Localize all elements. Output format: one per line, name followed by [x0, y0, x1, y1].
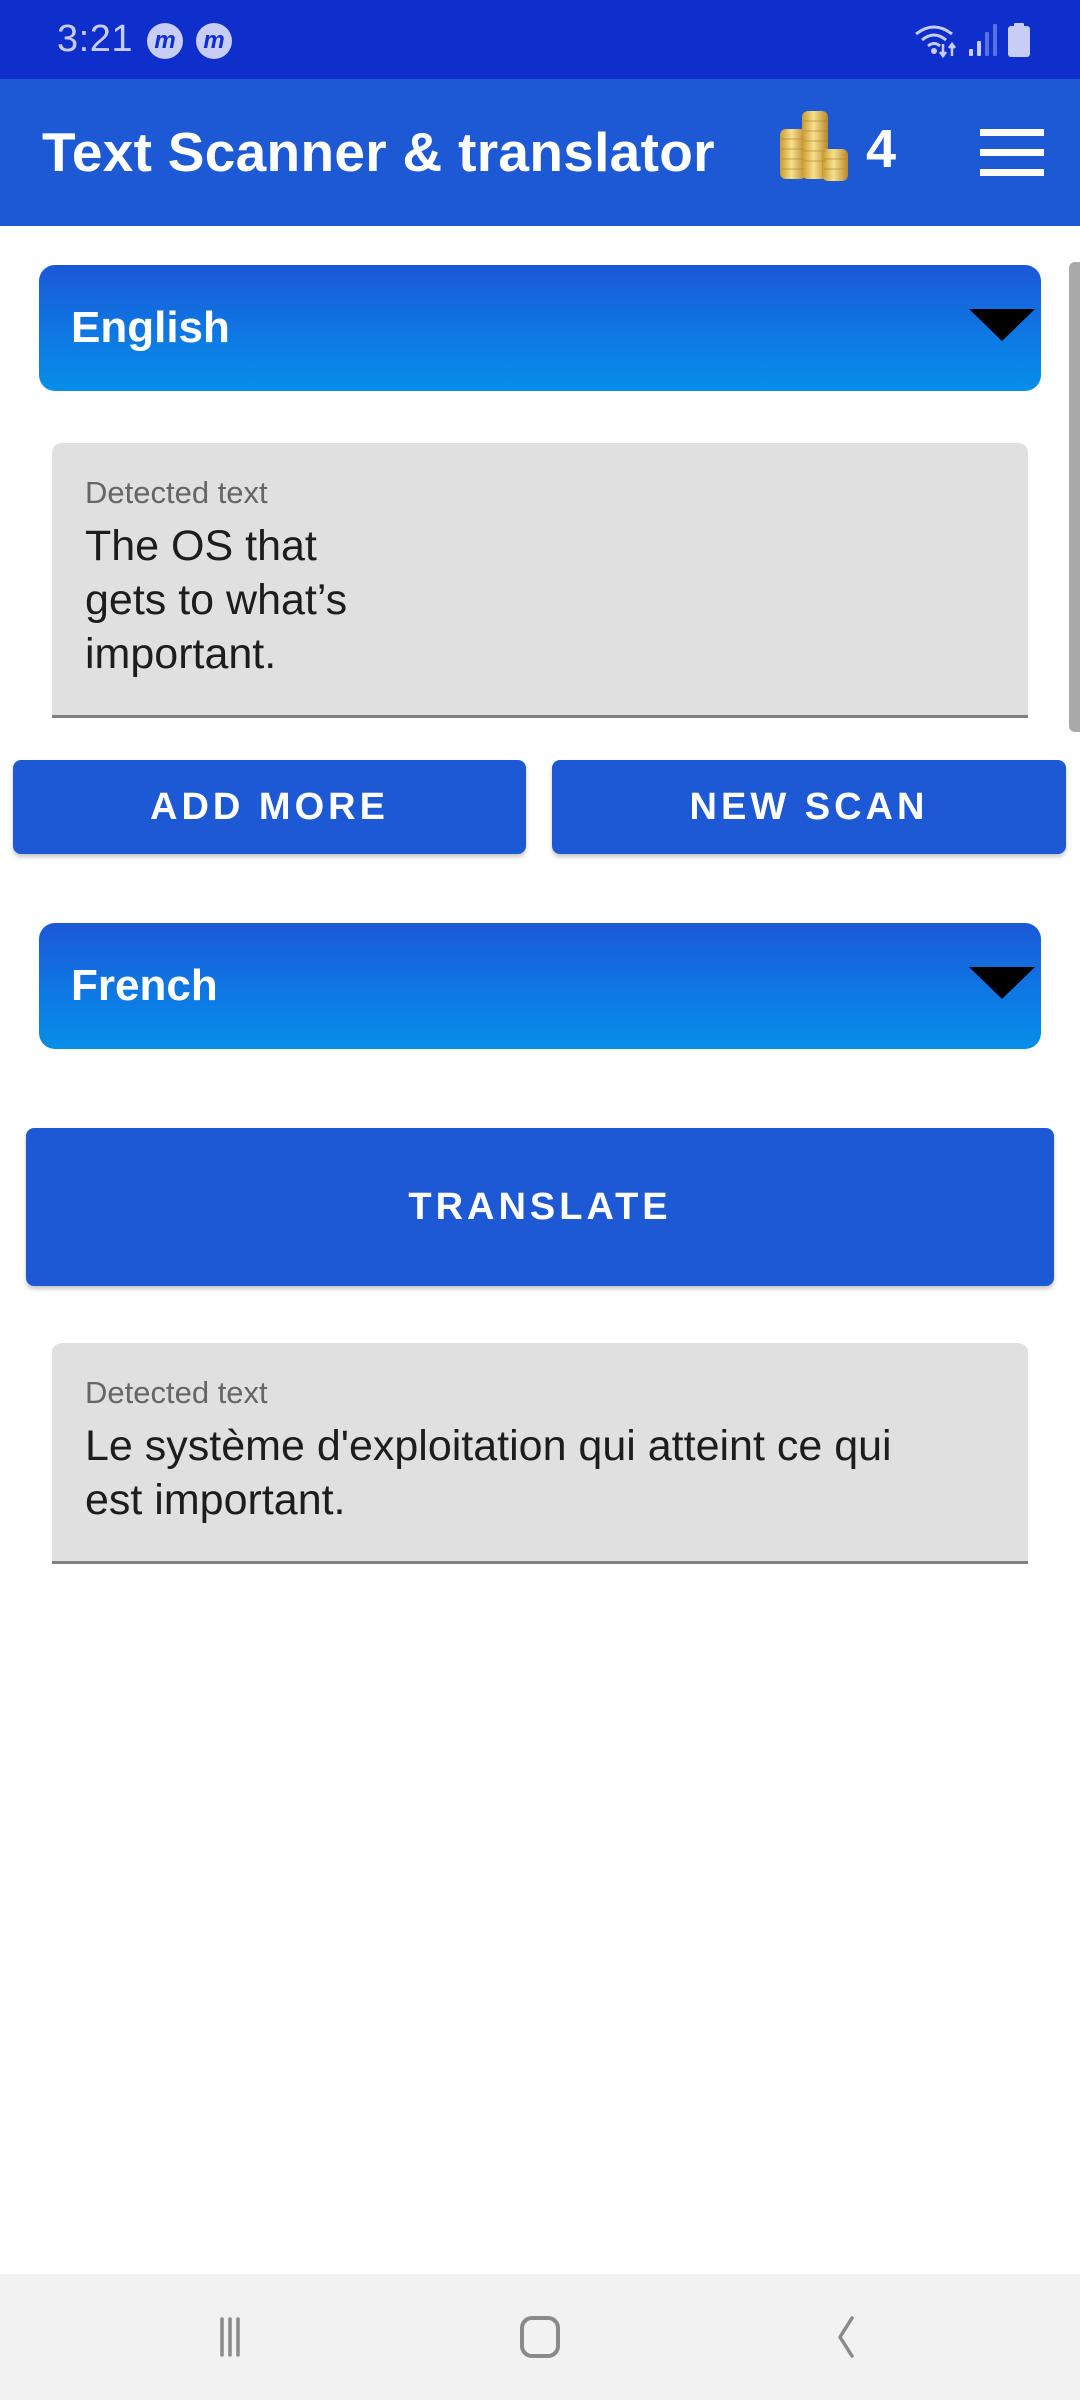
translate-button[interactable]: TRANSLATE [26, 1128, 1054, 1286]
wifi-data-icon [915, 25, 956, 58]
add-more-button[interactable]: ADD MORE [13, 760, 526, 854]
new-scan-button[interactable]: NEW SCAN [552, 760, 1066, 854]
signal-icon [969, 24, 997, 56]
recent-apps-button[interactable] [167, 2274, 307, 2400]
dropdown-arrow-icon [969, 309, 1035, 341]
app-bar: Text Scanner & translator 4 [0, 79, 1080, 226]
source-language-label: English [71, 303, 230, 352]
target-language-dropdown[interactable]: French [39, 923, 1041, 1049]
home-icon [520, 2316, 560, 2358]
app-title: Text Scanner & translator [42, 121, 715, 183]
scrollbar[interactable] [1069, 262, 1080, 732]
source-text-value[interactable]: The OS that gets to what’s important. [85, 519, 347, 681]
system-nav-bar [0, 2274, 1080, 2400]
translated-field-label: Detected text [85, 1375, 268, 1410]
status-time: 3:21 [57, 18, 133, 60]
recent-apps-icon [220, 2317, 240, 2357]
coin-count: 4 [866, 119, 897, 179]
status-bar: 3:21 m m [0, 0, 1080, 79]
target-language-label: French [71, 961, 218, 1010]
hamburger-menu-icon[interactable] [980, 129, 1044, 177]
translated-text-field[interactable]: Detected text Le système d'exploitation … [52, 1343, 1028, 1564]
translated-text-value[interactable]: Le système d'exploitation qui atteint ce… [85, 1419, 892, 1527]
home-button[interactable] [470, 2274, 610, 2400]
notification-app-icon: m [147, 23, 183, 59]
battery-icon [1008, 23, 1030, 57]
back-icon [838, 2316, 854, 2358]
status-indicators [914, 20, 1030, 60]
back-button[interactable] [772, 2274, 912, 2400]
notification-app-icon: m [196, 23, 232, 59]
source-field-label: Detected text [85, 475, 268, 510]
source-language-dropdown[interactable]: English [39, 265, 1041, 391]
dropdown-arrow-icon [969, 967, 1035, 999]
coins-stack-icon[interactable] [778, 109, 850, 181]
source-text-field[interactable]: Detected text The OS that gets to what’s… [52, 443, 1028, 718]
